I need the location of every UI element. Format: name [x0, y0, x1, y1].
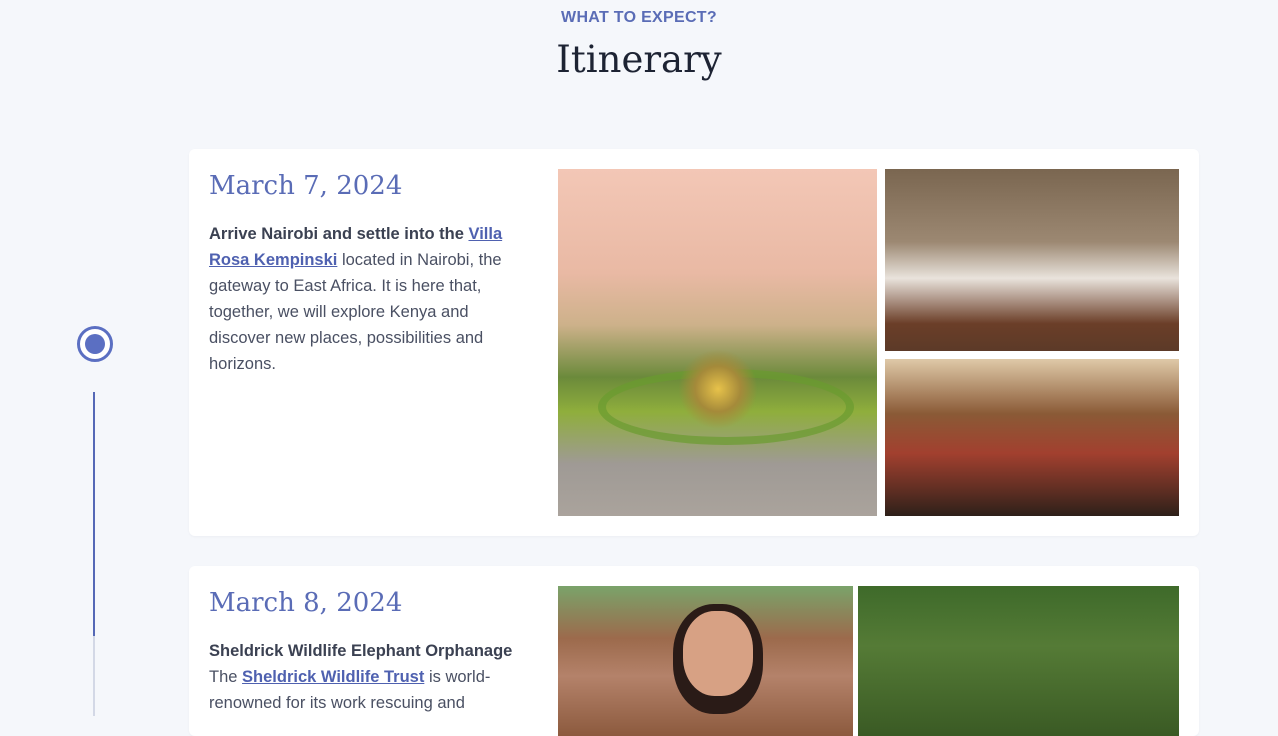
itinerary-intro: Sheldrick Wildlife Elephant Orphanage	[209, 642, 513, 660]
hotel-courtyard-fountain-photo	[558, 169, 877, 516]
section-eyebrow: WHAT TO EXPECT?	[561, 9, 717, 26]
itinerary-body-prefix: The	[209, 668, 238, 686]
hotel-lounge-photo	[885, 359, 1179, 516]
page-title: Itinerary	[556, 38, 722, 81]
timeline-progress-line	[93, 392, 95, 636]
itinerary-intro: Arrive Nairobi and settle into the	[209, 225, 464, 243]
elephant-feeding-photo	[858, 586, 1179, 736]
itinerary-date: March 7, 2024	[209, 171, 403, 201]
itinerary-description: Arrive Nairobi and settle into the Villa…	[209, 221, 519, 377]
woman-with-elephants-photo	[558, 586, 853, 736]
sheldrick-wildlife-trust-link[interactable]: Sheldrick Wildlife Trust	[242, 668, 424, 686]
itinerary-card-day-2: March 8, 2024 Sheldrick Wildlife Elephan…	[189, 566, 1199, 736]
itinerary-card-day-1: March 7, 2024 Arrive Nairobi and settle …	[189, 149, 1199, 536]
timeline-active-dot	[77, 326, 113, 362]
itinerary-description: Sheldrick Wildlife Elephant Orphanage Th…	[209, 638, 519, 716]
itinerary-date: March 8, 2024	[209, 588, 403, 618]
hotel-bedroom-photo	[885, 169, 1179, 351]
timeline-remaining-line	[93, 636, 95, 716]
itinerary-body: located in Nairobi, the gateway to East …	[209, 251, 502, 373]
